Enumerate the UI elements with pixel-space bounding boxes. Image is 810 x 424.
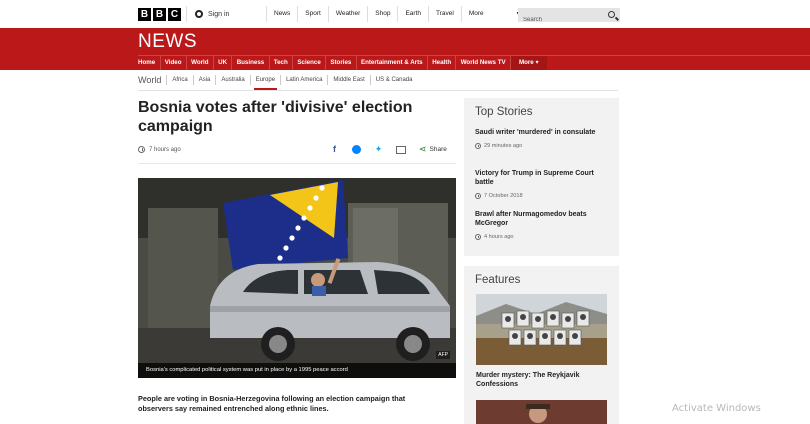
newsnav-science[interactable]: Science — [292, 56, 325, 70]
topnav-travel[interactable]: Travel — [428, 6, 461, 22]
chevron-down-icon: ▾ — [535, 59, 539, 66]
topnav-shop[interactable]: Shop — [367, 6, 397, 22]
facebook-icon[interactable]: f — [330, 144, 339, 155]
signin-label: Sign in — [208, 10, 230, 18]
subnav-section-title[interactable]: World — [138, 75, 166, 85]
signin-link[interactable]: Sign in — [186, 6, 229, 22]
story-time: 7 October 2018 — [484, 193, 523, 199]
story-meta: 4 hours ago — [475, 234, 610, 240]
feature-image[interactable] — [476, 400, 607, 424]
subnav-europe[interactable]: Europe — [249, 75, 280, 90]
article-body: People are voting in Bosnia-Herzegovina … — [138, 394, 406, 413]
feature-photo — [476, 294, 607, 365]
search-input[interactable] — [518, 13, 600, 27]
divider — [138, 163, 456, 164]
bbc-logo-letter: C — [168, 8, 181, 21]
newsnav-tech[interactable]: Tech — [268, 56, 293, 70]
features-title: Features — [475, 274, 521, 286]
clock-icon — [475, 193, 481, 199]
subnav-australia[interactable]: Australia — [215, 75, 249, 85]
story-meta: 29 minutes ago — [475, 143, 610, 149]
story-title[interactable]: Saudi writer 'murdered' in consulate — [475, 128, 610, 137]
topnav-news[interactable]: News — [266, 6, 297, 22]
subnav-africa[interactable]: Africa — [166, 75, 192, 85]
search-box — [518, 8, 620, 27]
article-hero-image[interactable]: AFP Bosnia's complicated political syste… — [138, 178, 456, 378]
share-button[interactable]: ⋖ Share — [419, 144, 447, 155]
person-icon — [195, 10, 203, 18]
clock-icon — [475, 234, 481, 240]
newsnav-uk[interactable]: UK — [212, 56, 232, 70]
bbc-logo-letter: B — [138, 8, 151, 21]
newsnav-health[interactable]: Health — [426, 56, 456, 70]
share-tools: f ✦ ⋖ Share — [330, 144, 447, 155]
story-title[interactable]: Victory for Trump in Supreme Court battl… — [475, 169, 610, 187]
newsnav-world[interactable]: World — [185, 56, 213, 70]
bbc-logo-letter: B — [153, 8, 166, 21]
share-label: Share — [429, 146, 447, 153]
email-icon[interactable] — [396, 145, 406, 154]
news-logo[interactable]: NEWS — [138, 31, 197, 53]
clock-icon — [138, 146, 145, 153]
top-story-item[interactable]: Victory for Trump in Supreme Court battl… — [475, 169, 610, 199]
top-navigation: News Sport Weather Shop Earth Travel Mor… — [266, 6, 528, 22]
divider — [138, 90, 618, 91]
twitter-icon[interactable]: ✦ — [374, 144, 383, 155]
world-subnav: World Africa Asia Australia Europe Latin… — [138, 72, 418, 90]
topnav-sport[interactable]: Sport — [297, 6, 328, 22]
topnav-weather[interactable]: Weather — [327, 6, 367, 22]
article-headline: Bosnia votes after 'divisive' election c… — [138, 99, 413, 135]
subnav-us-canada[interactable]: US & Canada — [369, 75, 418, 85]
feature-title[interactable]: Murder mystery: The Reykjavik Confession… — [476, 371, 607, 389]
newsnav-business[interactable]: Business — [231, 56, 268, 70]
story-time: 4 hours ago — [484, 234, 514, 240]
top-story-item[interactable]: Brawl after Nurmagomedov beats McGregor … — [475, 210, 610, 240]
features-panel: Features Murder mystery: The Reykjavik C… — [464, 266, 619, 424]
newsnav-home[interactable]: Home — [138, 56, 160, 70]
newsnav-more-label: More — [518, 59, 534, 66]
feature-photo — [476, 400, 607, 424]
newsnav-more[interactable]: More ▾ — [509, 56, 547, 70]
feature-image[interactable] — [476, 294, 607, 365]
top-story-item[interactable]: Saudi writer 'murdered' in consulate 29 … — [475, 128, 610, 149]
topnav-more[interactable]: More — [460, 6, 491, 22]
topnav-earth[interactable]: Earth — [397, 6, 428, 22]
story-title[interactable]: Brawl after Nurmagomedov beats McGregor — [475, 210, 610, 228]
image-caption: Bosnia's complicated political system wa… — [138, 363, 456, 378]
subnav-middle-east[interactable]: Middle East — [327, 75, 369, 85]
top-stories-panel: Top Stories Saudi writer 'murdered' in c… — [464, 98, 619, 256]
newsnav-world-news-tv[interactable]: World News TV — [455, 56, 510, 70]
image-credit: AFP — [436, 351, 450, 359]
newsnav-entertainment[interactable]: Entertainment & Arts — [355, 56, 427, 70]
story-meta: 7 October 2018 — [475, 193, 610, 199]
news-navigation: Home Video World UK Business Tech Scienc… — [138, 55, 810, 70]
top-stories-title: Top Stories — [475, 106, 533, 118]
timestamp-text: 7 hours ago — [149, 146, 181, 153]
bbc-masthead: B B C Sign in News Sport Weather Shop Ea… — [0, 0, 810, 28]
article-timestamp: 7 hours ago — [138, 146, 181, 153]
messenger-icon[interactable] — [352, 145, 361, 154]
hero-photo — [138, 178, 456, 378]
bbc-logo[interactable]: B B C — [138, 8, 181, 21]
news-banner: NEWS Home Video World UK Business Tech S… — [0, 28, 810, 70]
clock-icon — [475, 143, 481, 149]
search-icon[interactable] — [608, 11, 615, 18]
os-activation-watermark: Activate Windows — [672, 403, 761, 414]
subnav-asia[interactable]: Asia — [192, 75, 216, 85]
subnav-latin-america[interactable]: Latin America — [280, 75, 327, 85]
share-icon: ⋖ — [419, 144, 427, 154]
story-time: 29 minutes ago — [484, 143, 523, 149]
newsnav-stories[interactable]: Stories — [325, 56, 356, 70]
newsnav-video[interactable]: Video — [159, 56, 186, 70]
